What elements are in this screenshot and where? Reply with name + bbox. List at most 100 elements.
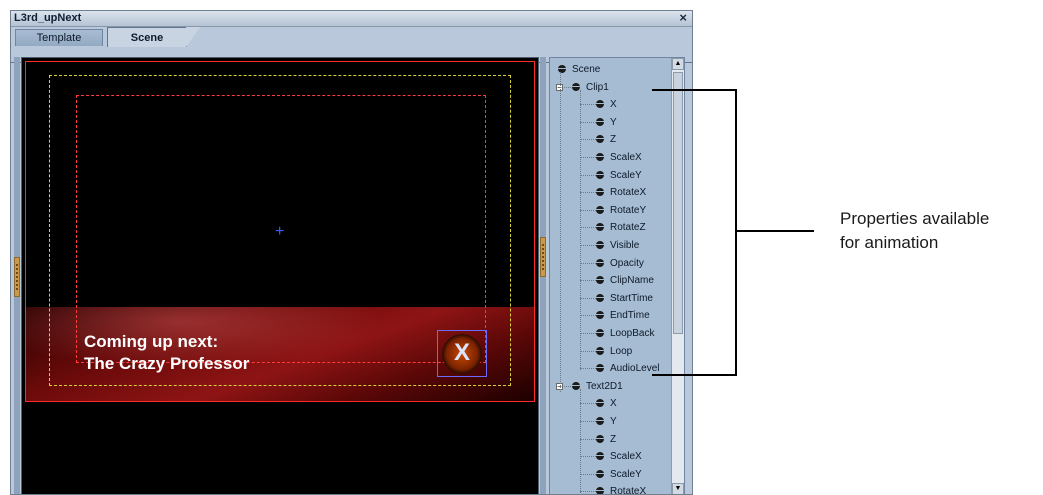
tree-node-label: Z [610,433,617,445]
tree-connector [580,333,596,334]
tree-property-audiolevel[interactable]: AudioLevel [596,360,659,377]
tree-property-clipname[interactable]: ClipName [596,272,654,289]
tree-property-scalex[interactable]: ScaleX [596,149,642,166]
node-bullet-icon [596,241,604,249]
tree-property-y[interactable]: Y [596,114,617,131]
tree-property-rotatex[interactable]: RotateX [596,483,647,495]
node-bullet-icon [572,381,580,390]
node-bullet-icon [596,364,604,373]
node-bullet-icon [596,311,604,320]
tree-node-label: Z [610,134,617,146]
tree-node-label: ScaleY [610,468,642,480]
tree-node-label: RotateX [610,486,647,495]
right-splitter-handle[interactable] [540,237,546,277]
tree-connector [580,157,596,158]
node-bullet-icon [596,170,604,179]
tree-property-scaley[interactable]: ScaleY [596,167,642,184]
tree-connector [580,139,596,141]
scene-preview[interactable]: + Coming up next: The Crazy Professor X [21,57,539,494]
callout-label: Properties available for animation [840,207,989,255]
callout-bracket-bottom [652,374,737,376]
tree-property-visible[interactable]: Visible [596,237,639,254]
tree-property-x[interactable]: X [596,96,617,113]
node-bullet-icon [596,329,604,337]
scroll-up-arrow-icon[interactable]: ▲ [672,58,684,70]
tree-node-label: AudioLevel [610,363,660,375]
tree-node-scene[interactable]: Scene [558,61,600,78]
tree-property-rotatez[interactable]: RotateZ [596,219,646,236]
tree-node-label: ScaleY [610,169,642,181]
tree-property-y[interactable]: Y [596,413,617,430]
tab-template[interactable]: Template [15,29,103,46]
logo-selection-box[interactable]: X [437,330,487,377]
tree-connector [580,368,596,370]
tree-property-x[interactable]: X [596,395,617,412]
node-bullet-icon [596,117,604,126]
node-bullet-icon [596,188,604,197]
node-bullet-icon [596,452,604,461]
left-splitter-handle[interactable] [14,257,20,297]
tree-property-opacity[interactable]: Opacity [596,255,644,272]
node-bullet-icon [596,346,604,355]
tree-property-z[interactable]: Z [596,431,616,448]
tree-connector [580,209,596,211]
node-bullet-icon [596,487,604,494]
tree-property-starttime[interactable]: StartTime [596,290,653,307]
node-bullet-icon [596,153,604,161]
node-bullet-icon [596,223,604,232]
tab-scene[interactable]: Scene [107,27,200,47]
lower-third-line1[interactable]: Coming up next: [84,332,218,352]
tree-node-label: X [610,398,617,410]
tree-node-label: Y [610,116,617,128]
tree-property-endtime[interactable]: EndTime [596,307,650,324]
tree-node-label: ScaleX [610,451,642,463]
tree-property-rotatex[interactable]: RotateX [596,184,646,201]
callout-line2: for animation [840,233,939,252]
tree-node-label: EndTime [610,310,650,322]
tree-node-label: RotateZ [610,222,646,234]
node-bullet-icon [596,205,604,214]
tree-connector [580,227,596,229]
left-splitter[interactable] [14,57,20,494]
node-bullet-icon [596,399,604,408]
close-icon[interactable]: × [679,11,687,25]
tree-property-scalex[interactable]: ScaleX [596,448,642,465]
right-splitter[interactable] [540,57,546,494]
tree-node-label: Text2D1 [586,380,623,392]
callout-line1: Properties available [840,209,990,228]
tree-node-label: StartTime [610,292,653,304]
tree-scrollbar[interactable]: ▲ ▼ [671,58,684,494]
tree-connector [580,174,596,176]
tree-property-z[interactable]: Z [596,131,616,148]
tree-connector [580,104,596,106]
tree-connector [580,280,596,282]
clip-frame[interactable]: + Coming up next: The Crazy Professor X [25,61,535,402]
scroll-down-arrow-icon[interactable]: ▼ [672,483,684,494]
tree-connector [564,385,571,387]
logo-x-glyph: X [453,339,470,366]
callout-pointer [737,230,814,232]
tree-connector [580,350,596,352]
property-tree: Scene − Clip1 X Y Z ScaleX ScaleY RotateX RotateY… [549,57,685,495]
tree-connector [580,403,596,405]
tree-property-loopback[interactable]: LoopBack [596,325,654,342]
tree-node-clip1[interactable]: Clip1 [572,79,609,96]
tree-connector [580,473,596,475]
tree-property-scaley[interactable]: ScaleY [596,466,642,483]
tree-property-loop[interactable]: Loop [596,343,632,360]
tree-connector [580,90,581,370]
tree-node-label: Opacity [610,257,644,269]
scene-editor-window: L3rd_upNext × Template Scene + Coming up… [10,10,693,495]
tree-node-label: Clip1 [586,81,609,93]
tree-node-label: ClipName [610,275,654,287]
tree-connector [580,421,596,422]
node-bullet-icon [596,100,604,109]
tree-connector [580,262,596,264]
lower-third-line2[interactable]: The Crazy Professor [84,354,249,374]
title-bar[interactable]: L3rd_upNext × [11,11,692,27]
node-bullet-icon [596,258,604,267]
scroll-thumb[interactable] [673,72,683,334]
tree-property-rotatey[interactable]: RotateY [596,202,646,219]
tab-bar: Template Scene [11,27,692,63]
node-bullet-icon [596,417,604,425]
